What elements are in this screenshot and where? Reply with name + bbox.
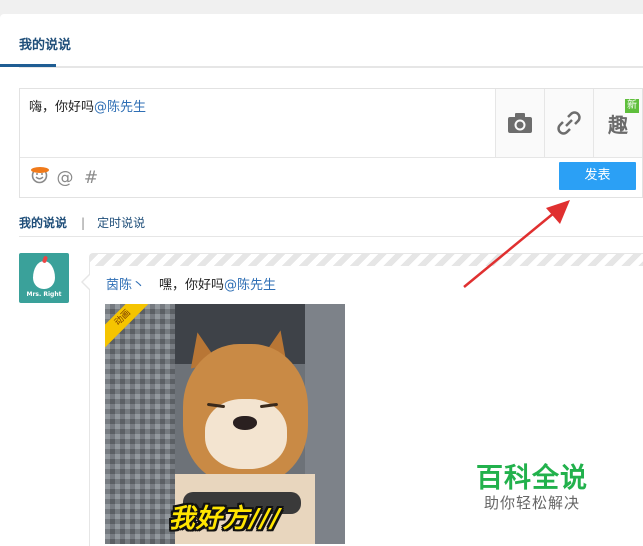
camera-icon [508,113,532,133]
subtab-separator: | [81,215,86,230]
link-icon [557,111,581,135]
camera-button[interactable] [495,89,544,157]
watermark-title: 百科全说 [476,463,588,494]
post-content: 茵陈丶 嘿，你好吗@陈先生 [106,274,276,293]
new-badge: 新 [625,99,639,113]
publish-button[interactable]: 发表 [559,162,636,190]
tab-bar: 我的说说 [19,32,643,68]
composer-input[interactable]: 嗨，你好吗@陈先生 [29,96,146,115]
post-mention-link[interactable]: @陈先生 [224,278,276,293]
post-composer: 嗨，你好吗@陈先生 趣 新 @ # 发表 [19,88,643,198]
post-text-body: 嘿，你好吗 [159,278,225,293]
post-image[interactable]: 动画 我好方/// [105,304,345,544]
post-pointer-inner [83,275,90,289]
composer-divider [20,157,642,158]
image-caption: 我好方/// [168,504,282,534]
post-author-link[interactable]: 茵陈丶 [106,278,145,293]
subtab-scheduled-posts[interactable]: 定时说说 [97,214,145,231]
watermark-subtitle: 助你轻松解决 [484,494,581,512]
dog-face [205,399,287,469]
link-button[interactable] [544,89,593,157]
composer-tools: 趣 新 [495,89,642,157]
avatar[interactable]: Mrs. Right [19,253,69,303]
notification-dot [31,167,49,173]
composer-bottom-icons: @ # [30,167,100,189]
red-arrow-icon [463,200,570,288]
smiley-icon[interactable] [30,167,49,189]
avatar-text: Mrs. Right [26,291,62,298]
subtab-my-posts[interactable]: 我的说说 [19,214,67,231]
sub-tabs: 我的说说 | 定时说说 [19,214,145,231]
at-icon[interactable]: @ [56,168,74,188]
tab-my-posts[interactable]: 我的说说 [19,34,71,68]
tab-underline [0,64,56,67]
dog-nose [233,416,257,430]
composer-text: 嗨，你好吗 [29,100,95,115]
quxiang-button[interactable]: 趣 新 [593,89,642,157]
avatar-egg-shape [33,261,55,289]
composer-mention: @陈先生 [94,100,147,115]
post-text: 嘿，你好吗@陈先生 [159,278,276,293]
hashtag-icon[interactable]: # [82,168,100,188]
